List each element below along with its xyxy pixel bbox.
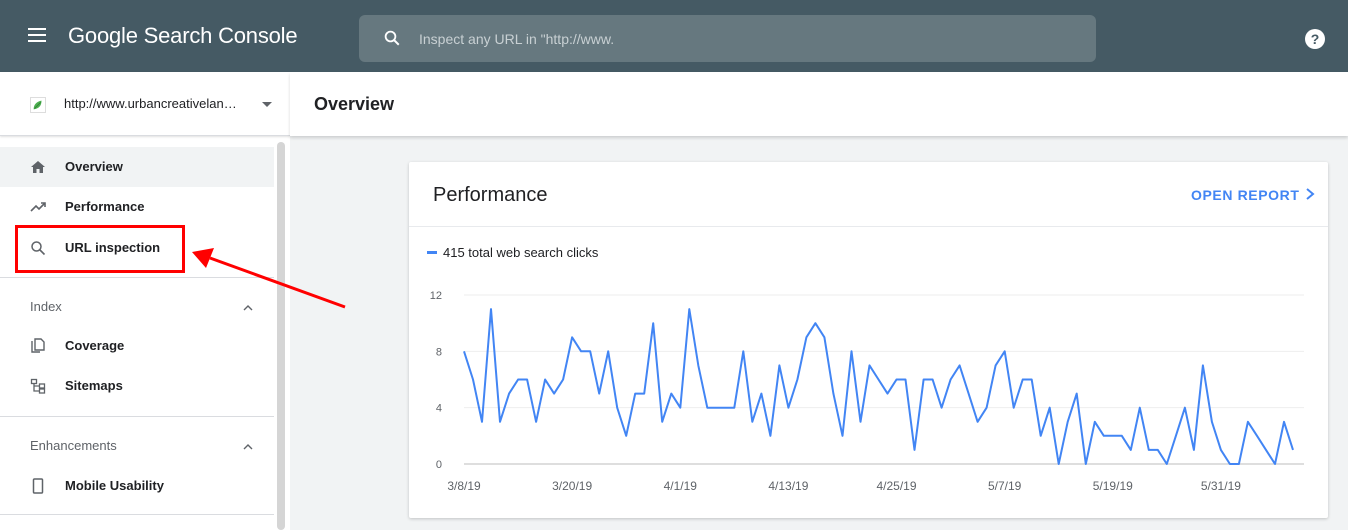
sidebar-item-coverage[interactable]: Coverage	[0, 326, 274, 366]
sidebar-item-label: Coverage	[65, 338, 125, 353]
url-inspect-search[interactable]	[359, 15, 1096, 62]
sidebar-item-performance[interactable]: Performance	[0, 187, 274, 227]
section-title-index[interactable]: Index	[30, 299, 62, 314]
search-input[interactable]	[419, 15, 1079, 62]
sidebar-divider	[0, 416, 274, 417]
sidebar-scrollbar[interactable]	[277, 142, 285, 530]
x-tick-label: 4/25/19	[876, 479, 916, 493]
sidebar-item-overview[interactable]: Overview	[0, 147, 274, 187]
sidebar-item-sitemaps[interactable]: Sitemaps	[0, 366, 274, 406]
chevron-down-icon[interactable]	[262, 102, 272, 107]
property-url: http://www.urbancreativelan…	[64, 96, 237, 111]
coverage-icon	[31, 338, 45, 353]
x-tick-label: 4/13/19	[768, 479, 808, 493]
page-title: Overview	[314, 94, 395, 114]
x-tick-label: 3/8/19	[447, 479, 481, 493]
y-tick-label: 12	[430, 290, 442, 302]
x-tick-label: 3/20/19	[552, 479, 592, 493]
menu-icon[interactable]	[28, 28, 46, 42]
clicks-series-line	[463, 308, 1294, 465]
x-tick-label: 5/19/19	[1093, 479, 1133, 493]
property-selector[interactable]: http://www.urbancreativelan…	[0, 72, 290, 136]
app-title[interactable]: Google Search Console	[68, 23, 298, 49]
x-tick-label: 5/31/19	[1201, 479, 1241, 493]
sidebar: http://www.urbancreativelan… Overview Pe…	[0, 72, 290, 530]
y-tick-label: 0	[436, 459, 442, 471]
y-tick-label: 8	[436, 346, 442, 358]
sidebar-item-mobile-usability[interactable]: Mobile Usability	[0, 466, 274, 506]
phone-icon	[32, 478, 44, 494]
trend-icon	[30, 202, 46, 212]
section-title-enhancements[interactable]: Enhancements	[30, 438, 117, 453]
search-icon	[384, 30, 400, 46]
y-tick-label: 4	[436, 403, 442, 415]
sidebar-item-label: Performance	[65, 199, 145, 214]
sidebar-item-label: Mobile Usability	[65, 478, 164, 493]
sidebar-item-label: Overview	[65, 159, 123, 174]
sidebar-divider	[0, 277, 274, 278]
top-app-bar: Google Search Console ?	[0, 0, 1348, 72]
x-tick-label: 5/7/19	[988, 479, 1022, 493]
property-favicon-icon	[30, 97, 46, 113]
sitemap-icon	[30, 378, 46, 394]
help-icon[interactable]: ?	[1305, 29, 1325, 49]
sidebar-divider	[0, 514, 274, 515]
x-tick-label: 4/1/19	[664, 479, 698, 493]
page-header: Overview	[290, 72, 1348, 136]
sidebar-item-label: Sitemaps	[65, 378, 123, 393]
chevron-up-icon[interactable]	[242, 441, 254, 453]
home-icon	[31, 161, 45, 173]
chevron-up-icon[interactable]	[242, 302, 254, 314]
clicks-line-chart: 0 4 8 12 3/8/19 3/20/19 4/1/19 4/13/19 4/25/19 5/…	[430, 290, 1304, 493]
annotation-highlight-box	[15, 225, 185, 273]
performance-card: Performance OPEN REPORT 415 total web se…	[409, 162, 1328, 518]
